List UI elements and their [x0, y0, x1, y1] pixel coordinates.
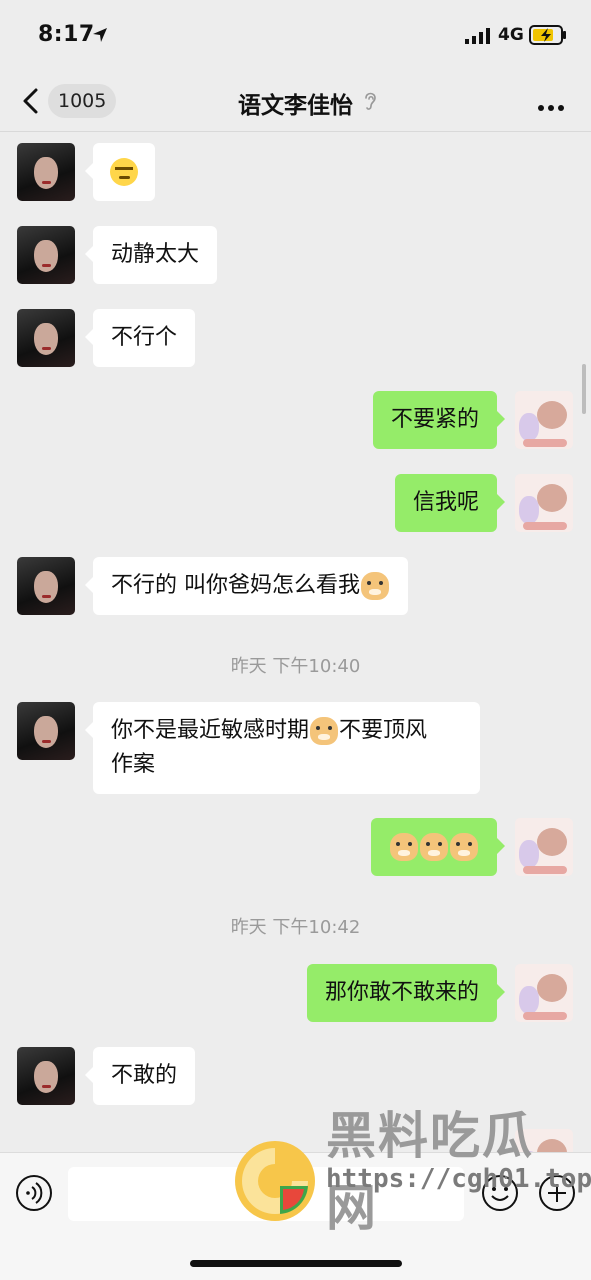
- message-text: 你不是最近敏感时期: [111, 718, 310, 743]
- message-bubble-outgoing[interactable]: 不要紧的: [372, 391, 506, 449]
- signal-icon: [465, 28, 491, 48]
- smirk-emoji: [110, 158, 138, 186]
- network-type: 4G: [498, 25, 524, 45]
- message-text: 不行的 叫你爸妈怎么看我: [111, 573, 360, 598]
- more-dots-icon[interactable]: [537, 97, 565, 116]
- chat-title: 语文李佳怡: [238, 93, 353, 119]
- chat-header: 1005 语文李佳怡: [0, 70, 591, 132]
- battery-charging-icon: [529, 25, 567, 49]
- home-indicator[interactable]: [190, 1260, 402, 1267]
- message-bubble-outgoing[interactable]: [371, 818, 505, 876]
- mute-ear-icon: [362, 90, 378, 116]
- my-avatar[interactable]: [515, 474, 573, 532]
- message-text: 不行个: [111, 325, 178, 350]
- message-text: 不敢的: [111, 1063, 178, 1088]
- watermark-logo-icon: [232, 1138, 318, 1228]
- status-bar: 8:17 4G: [0, 0, 591, 70]
- message-bubble-incoming[interactable]: 不行个: [84, 309, 196, 367]
- doge-emoji: [361, 572, 389, 600]
- doge-emoji: [450, 833, 478, 861]
- scrollbar[interactable]: [582, 364, 586, 414]
- doge-emoji: [310, 717, 339, 745]
- message-bubble-incoming[interactable]: 不行的 叫你爸妈怎么看我: [85, 557, 408, 615]
- timestamp: 昨天 下午10:40: [230, 656, 361, 677]
- my-avatar[interactable]: [515, 818, 573, 876]
- watermark: 黑料吃瓜网 https://cgh01.top: [232, 1094, 591, 1237]
- message-bubble-outgoing[interactable]: 信我呢: [394, 474, 506, 532]
- message-text: 信我呢: [412, 490, 479, 515]
- watermark-url: https://cgh01.top: [326, 1164, 591, 1194]
- message-text: 那你敢不敢来的: [324, 980, 479, 1005]
- message-text: 作案: [111, 752, 156, 777]
- message-bubble-outgoing[interactable]: 那你敢不敢来的: [306, 964, 506, 1022]
- timestamp: 昨天 下午10:42: [230, 917, 361, 938]
- contact-avatar[interactable]: [17, 1047, 75, 1105]
- contact-avatar[interactable]: [17, 143, 75, 201]
- message-text: 不要紧的: [390, 407, 479, 432]
- message-bubble-incoming[interactable]: 动静太大: [84, 226, 218, 284]
- contact-avatar[interactable]: [17, 309, 75, 367]
- location-arrow-icon: [92, 27, 108, 47]
- status-time: 8:17: [38, 22, 95, 47]
- message-text: 动静太大: [111, 242, 200, 267]
- contact-avatar[interactable]: [17, 702, 75, 760]
- doge-emoji: [390, 833, 418, 861]
- voice-icon[interactable]: [14, 1173, 54, 1217]
- message-bubble-incoming[interactable]: [85, 143, 155, 201]
- message-bubble-incoming[interactable]: 不敢的: [84, 1047, 196, 1105]
- contact-avatar[interactable]: [17, 557, 75, 615]
- contact-avatar[interactable]: [17, 226, 75, 284]
- my-avatar[interactable]: [515, 964, 573, 1022]
- doge-emoji: [420, 833, 448, 861]
- my-avatar[interactable]: [515, 391, 573, 449]
- message-bubble-incoming[interactable]: 你不是最近敏感时期 不要顶风 作案: [85, 702, 480, 794]
- message-text: 不要顶风: [339, 718, 428, 743]
- message-list[interactable]: 动静太大 不行个 不要紧的 信我呢 不行的 叫你爸妈怎么看我 昨天 下午10:4…: [0, 132, 591, 1152]
